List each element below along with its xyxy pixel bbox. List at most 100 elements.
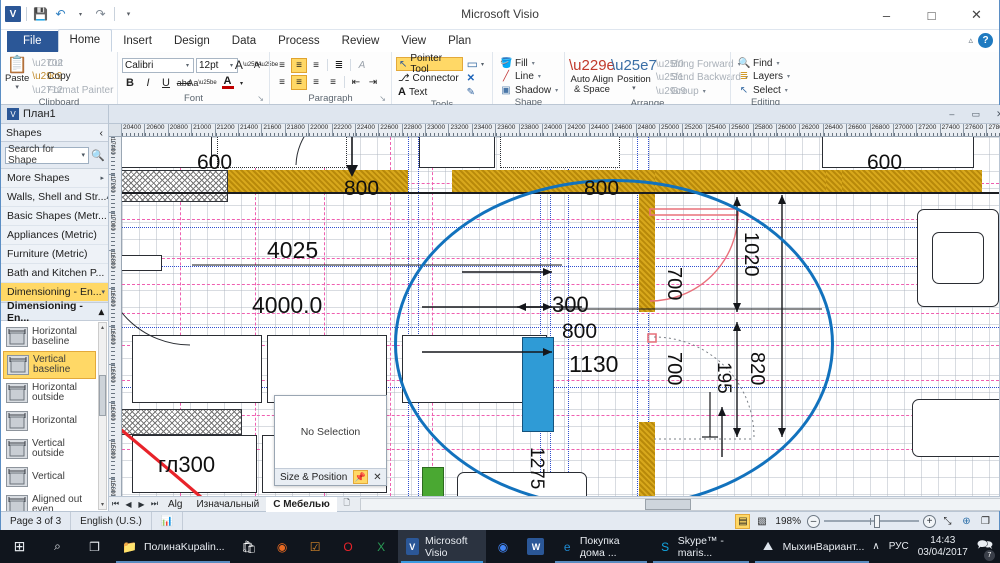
pencil-tool-button[interactable]: ✎ [465, 85, 488, 99]
ribbon-tab-file[interactable]: File [7, 31, 58, 52]
stencil-item-1[interactable]: Walls, Shell and Str...▴ [1, 188, 108, 207]
taskbar-item-0[interactable]: 📁 ПолинаKupalin... [113, 530, 233, 563]
macro-record-icon[interactable]: 📊 [152, 511, 184, 531]
align-top-button[interactable]: ≡ [274, 58, 290, 73]
zoom-window-icon[interactable]: ⊕ [959, 514, 974, 529]
scroll-up-icon[interactable]: ▴ [99, 323, 106, 332]
dimension-label-12[interactable]: 700 [662, 352, 685, 385]
dimension-label-2[interactable]: 800 [584, 177, 619, 201]
drawing-minimize-button[interactable]: – [945, 109, 959, 119]
text-direction-button[interactable]: A [354, 58, 370, 73]
start-button[interactable]: ⊞ [0, 530, 39, 563]
taskbar-item-1[interactable]: 🛍 [233, 530, 266, 563]
ribbon-tab-design[interactable]: Design [163, 31, 221, 52]
zoom-out-button[interactable]: – [807, 514, 820, 528]
stencil-item-3[interactable]: Appliances (Metric) [1, 226, 108, 245]
copy-button[interactable]: \u29c9 Copy [29, 70, 116, 83]
search-taskbar-button[interactable]: ⌕ [39, 530, 76, 563]
page-tab-1[interactable]: Изначальный [189, 497, 266, 512]
rectangle-tool-button[interactable]: ▭ ▾ [465, 57, 488, 71]
horizontal-ruler[interactable]: 20400 20600 20800 21000 21200 21400 21600 21800… [109, 124, 1000, 137]
font-dialog-launcher[interactable]: ↘ [257, 93, 264, 104]
decrease-indent-button[interactable]: ⇤ [348, 75, 364, 90]
panel-close-icon[interactable]: ✕ [371, 472, 384, 483]
stencil-item-5[interactable]: Bath and Kitchen P... [1, 264, 108, 283]
paragraph-dialog-launcher[interactable]: ↘ [379, 93, 386, 104]
shape-item-1[interactable]: Vertical baseline [3, 351, 96, 379]
full-screen-icon[interactable]: ❐ [978, 514, 993, 529]
next-page-button[interactable]: ▶ [135, 500, 148, 509]
shadow-button[interactable]: ▣ Shadow ▾ [497, 84, 561, 97]
ribbon-tab-home[interactable]: Home [57, 29, 113, 52]
bullets-button[interactable]: ≣ [331, 58, 347, 73]
active-stencil-title[interactable]: Dimensioning - En... ▴ [1, 300, 108, 324]
find-button[interactable]: 🔍 Find ▾ [735, 57, 793, 70]
bold-button[interactable]: B [122, 75, 138, 91]
fill-button[interactable]: 🪣 Fill ▾ [497, 57, 561, 70]
font-family-combo[interactable]: Calibri ▾ [122, 57, 194, 73]
dimension-label-0[interactable]: 600 [197, 151, 232, 175]
align-bottom-button[interactable]: ≡ [308, 58, 324, 73]
dimension-label-6[interactable]: 300 [552, 292, 589, 318]
dimension-label-5[interactable]: 4000.0 [252, 292, 322, 319]
document-tab[interactable]: V План1 [1, 105, 108, 124]
dimension-label-9[interactable]: гл300 [158, 452, 215, 478]
group-dropdown-icon[interactable]: ▾ [703, 88, 706, 95]
change-case-button[interactable]: Aa \u25be [187, 75, 216, 91]
canvas-horizontal-scrollbar[interactable] [359, 497, 1000, 511]
minimize-button[interactable]: – [864, 0, 909, 30]
dimension-label-10[interactable]: 1020 [739, 232, 762, 277]
dimension-label-8[interactable]: 1130 [569, 351, 618, 378]
paste-button[interactable]: 📋 Paste ▾ [5, 54, 29, 91]
page-indicator[interactable]: Page 3 of 3 [1, 511, 72, 531]
help-icon[interactable]: ? [978, 33, 993, 48]
select-button[interactable]: ↖ Select ▾ [735, 84, 793, 97]
stencil-item-2[interactable]: Basic Shapes (Metr... [1, 207, 108, 226]
scrollbar-thumb[interactable] [99, 375, 106, 416]
align-middle-button[interactable]: ≡ [291, 57, 307, 73]
shapes-collapse-icon[interactable]: ‹ [100, 127, 104, 139]
prev-page-button[interactable]: ◀ [122, 500, 135, 509]
hscroll-thumb[interactable] [645, 498, 692, 510]
ribbon-tab-process[interactable]: Process [267, 31, 331, 52]
ribbon-tab-plan[interactable]: Plan [437, 31, 482, 52]
cut-button[interactable]: \u2702 Cut [29, 57, 116, 70]
taskbar-item-4[interactable]: O [332, 530, 365, 563]
language-indicator-tray[interactable]: РУС [889, 541, 909, 552]
paste-dropdown-icon[interactable]: ▾ [15, 84, 19, 91]
page-tab-2[interactable]: С Мебелью [266, 496, 337, 512]
taskbar-item-5[interactable]: X [365, 530, 398, 563]
font-color-button[interactable]: A [220, 75, 235, 91]
ribbon-tab-insert[interactable]: Insert [112, 31, 163, 52]
select-dropdown-icon[interactable]: ▾ [785, 87, 788, 94]
drawing-restore-button[interactable]: ▭ [969, 109, 983, 120]
scroll-down-icon[interactable]: ▾ [99, 500, 106, 509]
dimension-label-11[interactable]: 700 [662, 267, 685, 300]
clock[interactable]: 14:43 03/04/2017 [918, 535, 968, 559]
align-right-button[interactable]: ≡ [308, 75, 324, 90]
increase-indent-button[interactable]: ⇥ [365, 75, 381, 90]
ribbon-tab-review[interactable]: Review [331, 31, 391, 52]
last-page-button[interactable]: ⏭ [148, 499, 161, 509]
find-dropdown-icon[interactable]: ▾ [776, 60, 779, 67]
task-view-button[interactable]: ❐ [76, 530, 113, 563]
dimension-label-1[interactable]: 800 [344, 177, 379, 201]
search-icon[interactable]: 🔍 [91, 149, 105, 162]
position-dropdown-icon[interactable]: ▾ [632, 85, 636, 92]
ribbon-tab-view[interactable]: View [390, 31, 437, 52]
layers-button[interactable]: ≣ Layers ▾ [735, 70, 793, 83]
text-tool-button[interactable]: A Text [396, 85, 463, 99]
auto-align-space-button[interactable]: \u229e Auto Align & Space [569, 55, 615, 95]
dimension-label-4[interactable]: 4025 [267, 237, 318, 264]
dimension-label-13[interactable]: 195 [712, 362, 734, 394]
language-indicator[interactable]: English (U.S.) [71, 511, 152, 531]
layers-dropdown-icon[interactable]: ▾ [787, 73, 790, 80]
stencil-item-4[interactable]: Furniture (Metric) [1, 245, 108, 264]
first-page-button[interactable]: ⏮ [109, 499, 122, 509]
font-size-combo[interactable]: 12pt ▾ [196, 57, 238, 73]
insert-page-icon[interactable]: 🗋 [337, 497, 357, 511]
selection-ellipse-annotation[interactable] [394, 179, 834, 496]
shadow-dropdown-icon[interactable]: ▾ [555, 87, 558, 94]
align-center-button[interactable]: ≡ [291, 74, 307, 90]
pin-icon[interactable]: 📌 [353, 470, 368, 484]
